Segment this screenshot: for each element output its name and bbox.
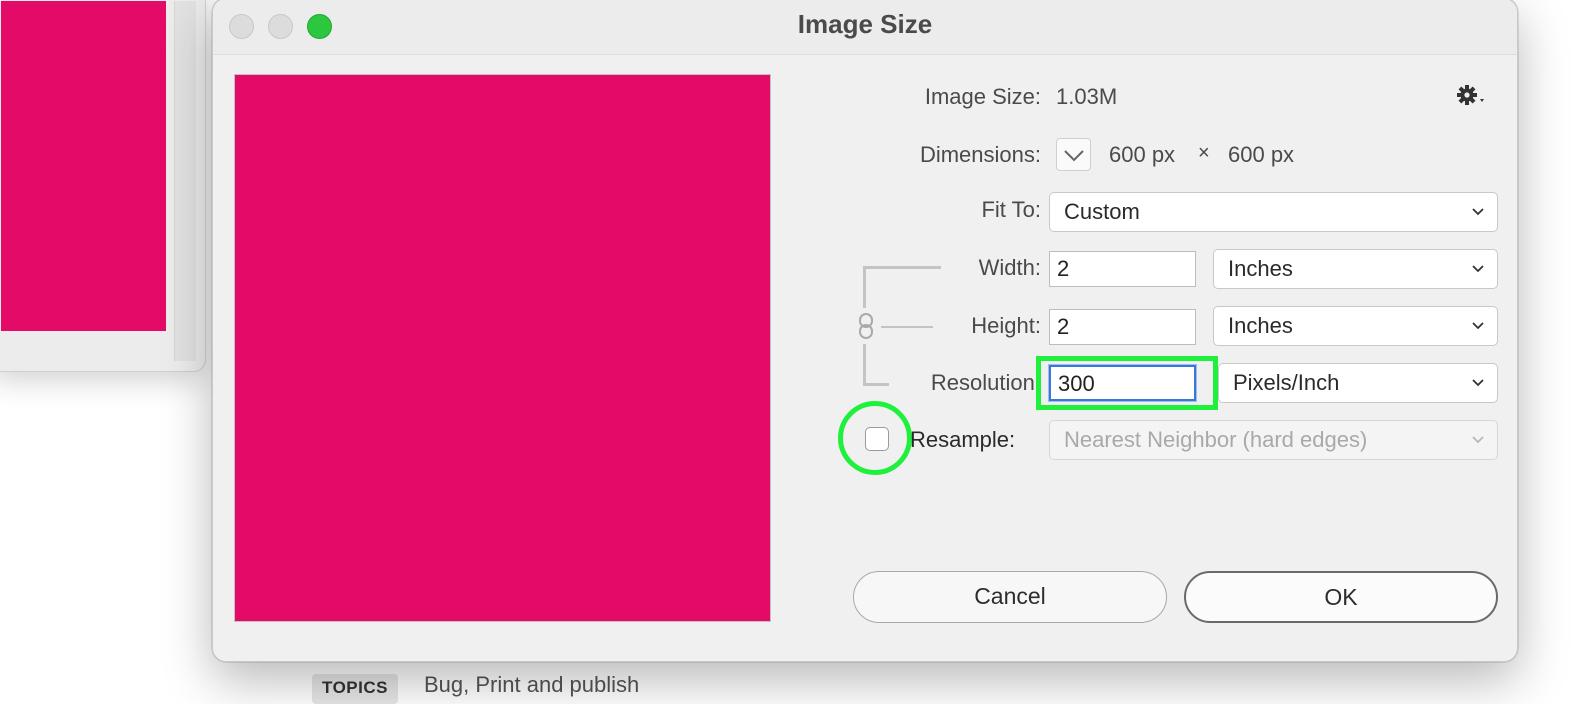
chevron-down-icon: [1472, 436, 1484, 444]
fit-to-value: Custom: [1064, 199, 1140, 224]
resample-label: Resample:: [910, 427, 1016, 452]
background-scrollbar[interactable]: [174, 1, 196, 361]
height-unit-value: Inches: [1228, 313, 1293, 338]
resolution-unit-select[interactable]: Pixels/Inch: [1218, 363, 1498, 403]
background-document-window: [0, 0, 206, 372]
dimensions-separator: ×: [1198, 142, 1210, 164]
resample-method-value: Nearest Neighbor (hard edges): [1064, 427, 1368, 452]
dimensions-label: Dimensions:: [919, 142, 1041, 167]
resolution-label: Resolution:: [930, 370, 1041, 395]
chevron-down-icon: [1472, 379, 1484, 387]
width-label: Width:: [978, 255, 1041, 280]
resample-method-select[interactable]: Nearest Neighbor (hard edges): [1049, 420, 1498, 460]
topics-tag: TOPICS: [312, 674, 398, 704]
height-input[interactable]: 2: [1049, 309, 1196, 345]
width-unit-select[interactable]: Inches: [1213, 249, 1498, 289]
chevron-down-icon: [1064, 150, 1084, 162]
width-unit-value: Inches: [1228, 256, 1293, 281]
image-preview[interactable]: [234, 74, 771, 622]
width-input[interactable]: 2: [1049, 251, 1196, 287]
chevron-down-icon: [1472, 208, 1484, 216]
chevron-down-icon: [1472, 322, 1484, 330]
height-unit-select[interactable]: Inches: [1213, 306, 1498, 346]
settings-gear-icon[interactable]: [1455, 83, 1489, 109]
resample-checkbox[interactable]: [865, 427, 889, 451]
background-canvas: [1, 1, 166, 331]
height-label: Height:: [971, 313, 1041, 338]
dimensions-height-value: 600 px: [1228, 142, 1295, 167]
resolution-input[interactable]: 300: [1049, 365, 1196, 401]
topics-text[interactable]: Bug, Print and publish: [424, 672, 639, 698]
image-size-label: Image Size:: [924, 84, 1041, 109]
dimensions-units-toggle[interactable]: [1056, 138, 1091, 171]
dialog-titlebar: Image Size: [213, 0, 1517, 55]
fit-to-label: Fit To:: [981, 197, 1041, 222]
ok-button[interactable]: OK: [1184, 571, 1498, 623]
resolution-unit-value: Pixels/Inch: [1233, 370, 1340, 395]
dimensions-width-value: 600 px: [1109, 142, 1176, 167]
cancel-button[interactable]: Cancel: [853, 571, 1167, 623]
image-size-value: 1.03M: [1056, 84, 1118, 109]
fit-to-select[interactable]: Custom: [1049, 192, 1498, 232]
gear-icon: [1457, 85, 1484, 105]
chevron-down-icon: [1472, 265, 1484, 273]
image-size-dialog: Image Size Image Size: 1.03M Dimensions:: [212, 0, 1518, 662]
dialog-title: Image Size: [797, 9, 933, 39]
